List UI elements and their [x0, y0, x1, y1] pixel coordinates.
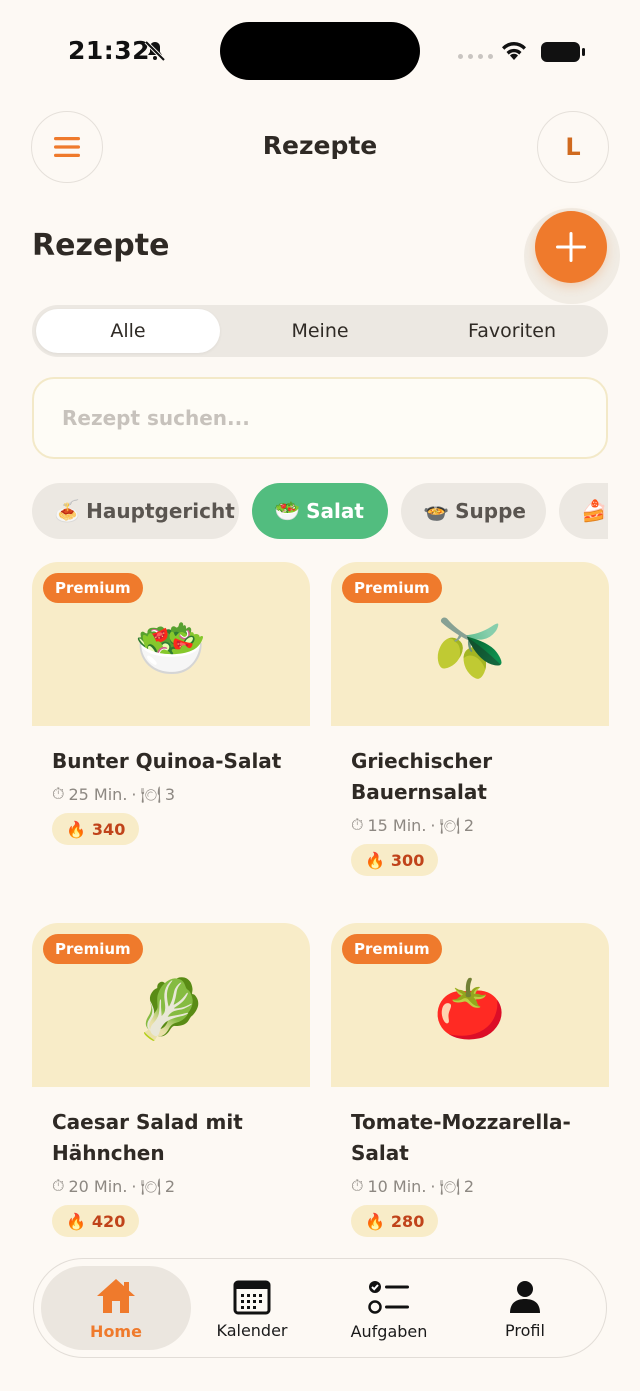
- search-input[interactable]: [62, 406, 606, 430]
- calories-badge: 🔥 420: [52, 1205, 140, 1237]
- tab-favoriten[interactable]: Favoriten: [420, 309, 604, 353]
- nav-label: Profil: [505, 1320, 545, 1340]
- recipe-time: 25 Min.: [68, 784, 128, 804]
- recipe-servings: 2: [164, 1176, 175, 1196]
- status-time: 21:32: [68, 36, 151, 65]
- premium-badge: Premium: [342, 934, 442, 964]
- chip-label: Hauptgericht: [86, 499, 235, 523]
- tab-meine[interactable]: Meine: [228, 309, 412, 353]
- recipe-time: 20 Min.: [68, 1176, 128, 1196]
- page-title: Rezepte: [32, 228, 170, 263]
- chip-salat[interactable]: 🥗 Salat: [252, 483, 388, 539]
- recipe-title: Bunter Quinoa-Salat: [52, 749, 282, 773]
- home-icon: [97, 1278, 135, 1313]
- timer-icon: ⏱: [351, 815, 364, 834]
- premium-badge: Premium: [43, 934, 143, 964]
- chip-hauptgericht[interactable]: 🍝 Hauptgericht: [32, 483, 239, 539]
- timer-icon: ⏱: [351, 1176, 364, 1195]
- recipe-servings: 3: [164, 784, 175, 804]
- dynamic-island: [220, 22, 420, 80]
- recipe-image: Premium 🫒: [331, 562, 609, 726]
- recipe-meta: ⏱ 25 Min. · 🍽 3: [52, 783, 290, 805]
- nav-label: Kalender: [216, 1320, 288, 1340]
- nav-label: Home: [90, 1321, 142, 1341]
- recipe-calories: 340: [91, 819, 126, 839]
- meta-separator: ·: [430, 1176, 436, 1196]
- recipe-servings: 2: [463, 1176, 474, 1196]
- plate-icon: 🍽: [439, 1176, 460, 1196]
- bottom-navigation: Home Kalender Aufgaben Profil: [33, 1258, 607, 1358]
- nav-profil[interactable]: Profil: [457, 1259, 593, 1359]
- chip-dessert[interactable]: 🍰: [559, 483, 608, 539]
- nav-home[interactable]: Home: [41, 1266, 191, 1350]
- chip-label: Salat: [306, 499, 364, 523]
- chip-label: Suppe: [455, 499, 526, 523]
- cellular-signal-icon: [458, 54, 493, 59]
- recipe-card[interactable]: Premium 🫒 Griechischer Bauernsalat ⏱ 15 …: [331, 562, 609, 876]
- plus-icon: [556, 232, 586, 262]
- bell-muted-icon: [144, 40, 166, 62]
- plate-icon: 🍽: [439, 815, 460, 835]
- avatar-initial: L: [565, 133, 581, 161]
- meta-separator: ·: [131, 1176, 137, 1196]
- nav-label: Aufgaben: [350, 1321, 428, 1341]
- add-recipe-button[interactable]: [535, 211, 607, 283]
- recipe-card[interactable]: Premium 🥬 Caesar Salad mit Hähnchen ⏱ 20…: [32, 923, 310, 1237]
- wifi-icon: [502, 42, 526, 60]
- tasks-icon: [368, 1280, 409, 1314]
- nav-kalender[interactable]: Kalender: [184, 1259, 320, 1359]
- recipe-meta: ⏱ 15 Min. · 🍽 2: [351, 814, 589, 836]
- recipe-filter-tabs: Alle Meine Favoriten: [32, 305, 608, 357]
- fire-icon: 🔥: [365, 850, 385, 870]
- meta-separator: ·: [430, 815, 436, 835]
- cake-icon: 🍰: [581, 498, 608, 523]
- pasta-icon: 🍝: [54, 498, 81, 523]
- soup-icon: 🍲: [423, 498, 450, 523]
- profile-icon: [510, 1280, 540, 1313]
- salad-icon: 🥗: [274, 498, 301, 523]
- recipe-time: 10 Min.: [367, 1176, 427, 1196]
- calories-badge: 🔥 340: [52, 813, 140, 845]
- calories-badge: 🔥 280: [351, 1205, 439, 1237]
- timer-icon: ⏱: [52, 784, 65, 803]
- chip-suppe[interactable]: 🍲 Suppe: [401, 483, 546, 539]
- premium-badge: Premium: [342, 573, 442, 603]
- search-box: [32, 377, 608, 459]
- lettuce-icon: 🥬: [134, 975, 208, 1043]
- fire-icon: 🔥: [66, 819, 86, 839]
- plate-icon: 🍽: [140, 784, 161, 804]
- recipe-calories: 300: [390, 850, 425, 870]
- recipe-calories: 420: [91, 1211, 126, 1231]
- salad-bowl-icon: 🥗: [134, 614, 208, 682]
- recipe-card[interactable]: Premium 🍅 Tomate-Mozzarella-Salat ⏱ 10 M…: [331, 923, 609, 1237]
- recipe-image: Premium 🥗: [32, 562, 310, 726]
- fire-icon: 🔥: [66, 1211, 86, 1231]
- recipe-meta: ⏱ 20 Min. · 🍽 2: [52, 1175, 290, 1197]
- calories-badge: 🔥 300: [351, 844, 439, 876]
- nav-aufgaben[interactable]: Aufgaben: [321, 1259, 457, 1359]
- recipe-servings: 2: [463, 815, 474, 835]
- recipe-image: Premium 🥬: [32, 923, 310, 1087]
- category-chips: 🍝 Hauptgericht 🥗 Salat 🍲 Suppe 🍰: [32, 483, 608, 539]
- premium-badge: Premium: [43, 573, 143, 603]
- recipe-title: Griechischer Bauernsalat: [351, 749, 493, 804]
- fire-icon: 🔥: [365, 1211, 385, 1231]
- recipe-title: Caesar Salad mit Hähnchen: [52, 1110, 243, 1165]
- timer-icon: ⏱: [52, 1176, 65, 1195]
- calendar-icon: [233, 1280, 271, 1314]
- recipe-time: 15 Min.: [367, 815, 427, 835]
- meta-separator: ·: [131, 784, 137, 804]
- tab-alle[interactable]: Alle: [36, 309, 220, 353]
- tomato-icon: 🍅: [433, 975, 507, 1043]
- olive-icon: 🫒: [433, 614, 507, 682]
- recipe-image: Premium 🍅: [331, 923, 609, 1087]
- recipe-title: Tomate-Mozzarella-Salat: [351, 1110, 571, 1165]
- battery-icon: [541, 42, 585, 62]
- avatar-button[interactable]: L: [537, 111, 609, 183]
- recipe-meta: ⏱ 10 Min. · 🍽 2: [351, 1175, 589, 1197]
- plate-icon: 🍽: [140, 1176, 161, 1196]
- status-bar: 21:32: [0, 0, 640, 100]
- recipe-card[interactable]: Premium 🥗 Bunter Quinoa-Salat ⏱ 25 Min. …: [32, 562, 310, 845]
- recipe-calories: 280: [390, 1211, 425, 1231]
